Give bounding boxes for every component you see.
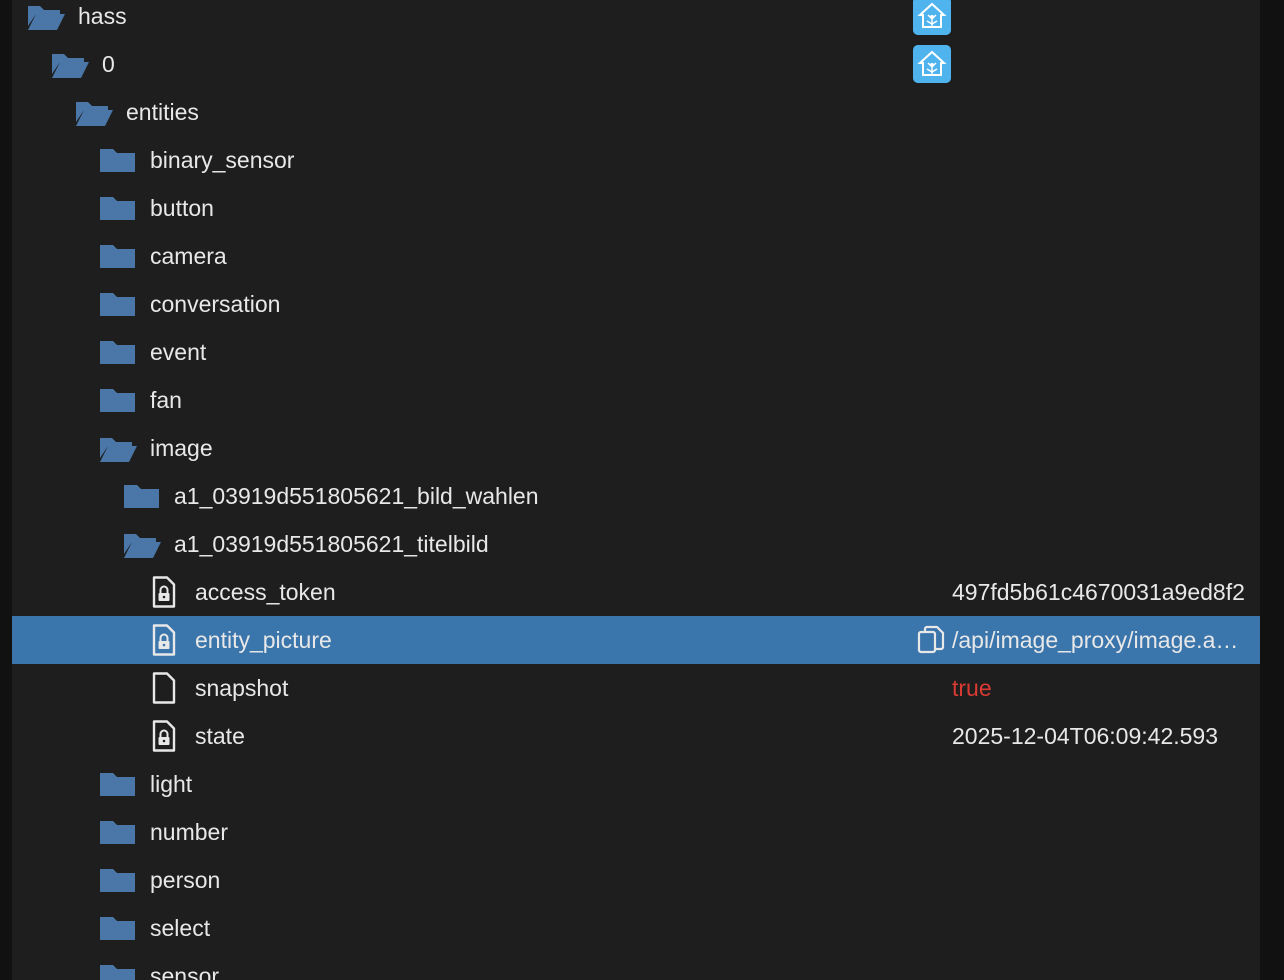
tree-label: person [150,867,221,893]
tree-label: event [150,339,207,365]
folder-icon [100,245,135,268]
tree-label: number [150,819,228,845]
tree-label: image [150,435,213,461]
tree-row-entity-picture[interactable]: entity_picture /api/image_proxy/image.a1… [12,616,1260,664]
folder-open-icon [124,534,161,558]
tree-row-event[interactable]: event [12,328,1260,376]
tree-row-entities[interactable]: entities [12,88,1260,136]
tree-label: camera [150,243,227,269]
tree-row-hass[interactable]: hass [12,0,1260,40]
context-tree: hass 0 entities binary_sensor button cam… [12,0,1260,980]
tree-label: hass [78,3,127,29]
tree-row-camera[interactable]: camera [12,232,1260,280]
home-assistant-icon[interactable] [913,45,951,83]
folder-icon [100,917,135,940]
tree-row-fan[interactable]: fan [12,376,1260,424]
tree-row-state[interactable]: state 2025-12-04T06:09:42.593 [12,712,1260,760]
folder-open-icon [100,438,137,462]
tree-row-0[interactable]: 0 [12,40,1260,88]
home-assistant-icon[interactable] [913,0,951,35]
tree-label: 0 [102,51,115,77]
tree-row-access-token[interactable]: access_token 497fd5b61c4670031a9ed8f2 [12,568,1260,616]
folder-open-icon [52,54,89,78]
tree-row-binary-sensor[interactable]: binary_sensor [12,136,1260,184]
tree-label: binary_sensor [150,147,295,173]
tree-label: entity_picture [195,627,332,653]
tree-value[interactable]: 2025-12-04T06:09:42.593 [952,712,1250,760]
tree-row-person[interactable]: person [12,856,1260,904]
tree-label: fan [150,387,182,413]
tree-value[interactable]: /api/image_proxy/image.a1_03919d55180562… [952,616,1250,664]
lock-file-icon [152,576,176,608]
tree-label: conversation [150,291,281,317]
tree-label: entities [126,99,199,125]
folder-open-icon [28,6,65,30]
tree-label: state [195,723,245,749]
folder-icon [100,149,135,172]
folder-icon [100,869,135,892]
tree-row-titelbild[interactable]: a1_03919d551805621_titelbild [12,520,1260,568]
folder-icon [100,821,135,844]
tree-row-sensor[interactable]: sensor [12,952,1260,980]
folder-open-icon [76,102,113,126]
copy-icon[interactable] [916,625,946,655]
tree-label: a1_03919d551805621_titelbild [174,531,489,557]
folder-icon [100,197,135,220]
tree-value[interactable]: true [952,664,1250,712]
tree-row-light[interactable]: light [12,760,1260,808]
tree-row-image[interactable]: image [12,424,1260,472]
file-icon [152,672,176,704]
lock-file-icon [152,624,176,656]
tree-row-button[interactable]: button [12,184,1260,232]
tree-row-conversation[interactable]: conversation [12,280,1260,328]
tree-row-select[interactable]: select [12,904,1260,952]
tree-label: access_token [195,579,336,605]
tree-label: a1_03919d551805621_bild_wahlen [174,483,539,509]
folder-icon [100,341,135,364]
tree-row-snapshot[interactable]: snapshot true [12,664,1260,712]
lock-file-icon [152,720,176,752]
tree-label: select [150,915,211,941]
tree-value[interactable]: 497fd5b61c4670031a9ed8f2 [952,568,1250,616]
tree-label: sensor [150,963,220,980]
folder-icon [124,485,159,508]
tree-label: light [150,771,193,797]
folder-icon [100,293,135,316]
folder-icon [100,773,135,796]
folder-icon [100,389,135,412]
tree-row-number[interactable]: number [12,808,1260,856]
tree-panel: hass 0 entities binary_sensor button cam… [12,0,1260,980]
tree-label: button [150,195,214,221]
folder-icon [100,965,135,980]
tree-row-bild-wahlen[interactable]: a1_03919d551805621_bild_wahlen [12,472,1260,520]
tree-label: snapshot [195,675,289,701]
